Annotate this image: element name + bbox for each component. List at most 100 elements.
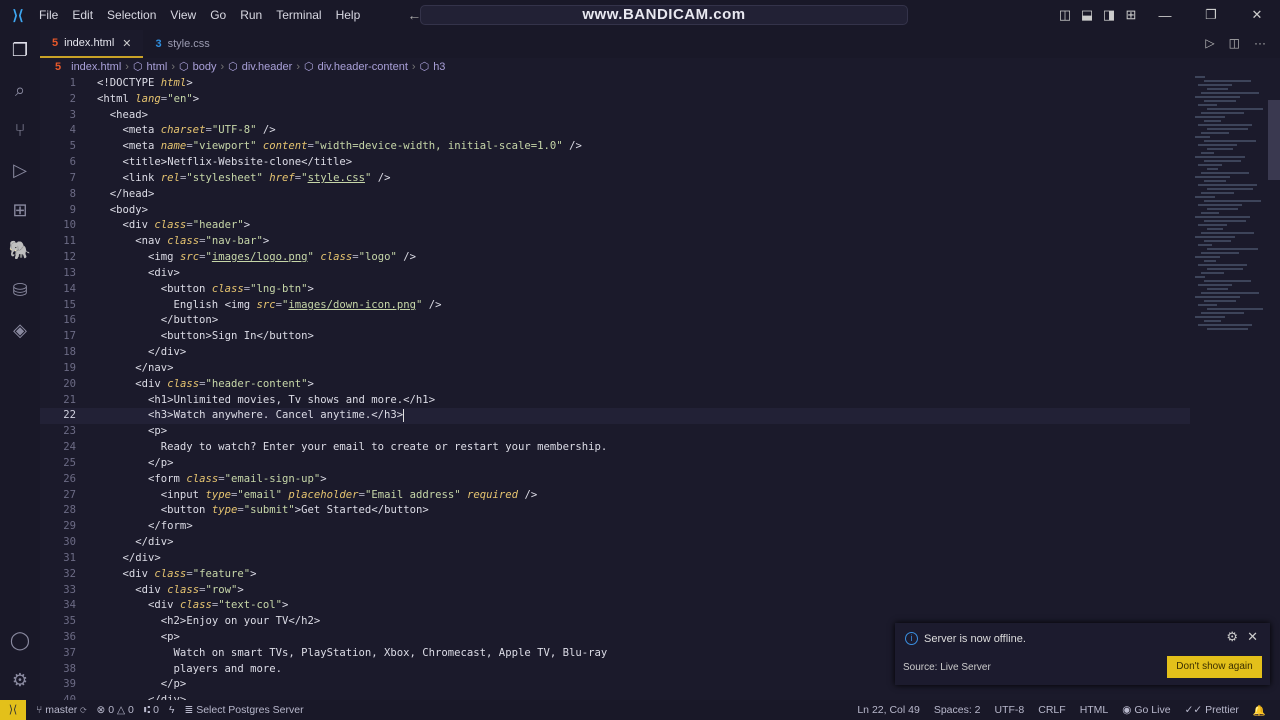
code-line[interactable]: 14 <button class="lng-btn"> (40, 282, 1190, 298)
menu-terminal[interactable]: Terminal (276, 8, 321, 22)
toggle-primary-sidebar-icon[interactable]: ◫ (1054, 7, 1076, 23)
code-line[interactable]: 22 <h3>Watch anywhere. Cancel anytime.</… (40, 408, 1190, 425)
code-line[interactable]: 19 </nav> (40, 361, 1190, 377)
layers-icon[interactable]: ◈ (0, 310, 40, 350)
explorer-icon[interactable]: ❐ (0, 30, 40, 70)
indentation[interactable]: Spaces: 2 (934, 704, 981, 717)
code-line[interactable]: 40 </div> (40, 693, 1190, 700)
breadcrumb-item[interactable]: div.header-content (318, 61, 408, 73)
breadcrumb-item[interactable]: body (193, 61, 217, 73)
menu-selection[interactable]: Selection (107, 8, 156, 22)
database-icon[interactable]: ⛁ (0, 270, 40, 310)
code-line[interactable]: 32 <div class="feature"> (40, 567, 1190, 583)
minimap-line (1198, 204, 1242, 206)
notification-settings-icon[interactable]: ⚙ (1226, 629, 1238, 645)
code-line[interactable]: 17 <button>Sign In</button> (40, 329, 1190, 345)
code-line[interactable]: 1 <!DOCTYPE html> (40, 76, 1190, 92)
code-line[interactable]: 21 <h1>Unlimited movies, Tv shows and mo… (40, 393, 1190, 409)
code-line[interactable]: 5 <meta name="viewport" content="width=d… (40, 139, 1190, 155)
account-icon[interactable]: ◯ (0, 620, 40, 660)
code-line[interactable]: 27 <input type="email" placeholder="Emai… (40, 488, 1190, 504)
go-live-button[interactable]: ◉ Go Live (1122, 704, 1170, 717)
code-line[interactable]: 3 <head> (40, 108, 1190, 124)
more-actions-icon[interactable]: ··· (1254, 36, 1266, 50)
branch-item[interactable]: ⑂ master ⟳ (36, 704, 87, 716)
code-line[interactable]: 31 </div> (40, 551, 1190, 567)
menu-view[interactable]: View (170, 8, 196, 22)
prettier-button[interactable]: ✓✓ Prettier (1185, 704, 1239, 717)
code-line[interactable]: 10 <div class="header"> (40, 218, 1190, 234)
code-line[interactable]: 12 <img src="images/logo.png" class="log… (40, 250, 1190, 266)
breadcrumb-item[interactable]: div.header (242, 61, 293, 73)
breadcrumb-item[interactable]: html (147, 61, 168, 73)
menu-run[interactable]: Run (240, 8, 262, 22)
command-center-search[interactable]: www.BANDICAM.com (420, 5, 908, 25)
menu-edit[interactable]: Edit (72, 8, 93, 22)
encoding[interactable]: UTF-8 (995, 704, 1025, 717)
tab-style-css[interactable]: 3 style.css (143, 30, 221, 58)
close-tab-icon[interactable]: ✕ (122, 37, 131, 50)
code-editor[interactable]: 1 <!DOCTYPE html> 2 <html lang="en"> 3 <head… (40, 76, 1190, 700)
close-notification-icon[interactable]: ✕ (1247, 629, 1258, 645)
code-line[interactable]: 28 <button type="submit">Get Started</bu… (40, 503, 1190, 519)
minimize-button[interactable]: — (1142, 8, 1188, 23)
code-line[interactable]: 20 <div class="header-content"> (40, 377, 1190, 393)
language-mode[interactable]: HTML (1080, 704, 1109, 717)
code-line[interactable]: 11 <nav class="nav-bar"> (40, 234, 1190, 250)
code-line[interactable]: 7 <link rel="stylesheet" href="style.css… (40, 171, 1190, 187)
code-line[interactable]: 4 <meta charset="UTF-8" /> (40, 123, 1190, 139)
menu-go[interactable]: Go (210, 8, 226, 22)
code-line[interactable]: 13 <div> (40, 266, 1190, 282)
customize-layout-icon[interactable]: ⊞ (1120, 7, 1142, 23)
code-line[interactable]: 18 </div> (40, 345, 1190, 361)
code-line[interactable]: 26 <form class="email-sign-up"> (40, 472, 1190, 488)
code-line[interactable]: 25 </p> (40, 456, 1190, 472)
menu-file[interactable]: File (39, 8, 58, 22)
postgres-icon[interactable]: 🐘 (0, 230, 40, 270)
editor-scrollbar[interactable] (1268, 100, 1280, 180)
minimap-line (1201, 152, 1214, 154)
code-line[interactable]: 16 </button> (40, 313, 1190, 329)
run-debug-icon[interactable]: ▷ (0, 150, 40, 190)
code-line[interactable]: 2 <html lang="en"> (40, 92, 1190, 108)
remote-icon[interactable]: ⟩⟨ (0, 700, 26, 720)
source-control-icon[interactable]: ⑂ (0, 110, 40, 150)
lightning-icon[interactable]: ϟ (169, 704, 175, 716)
code-line[interactable]: 33 <div class="row"> (40, 583, 1190, 599)
code-line[interactable]: 34 <div class="text-col"> (40, 598, 1190, 614)
breadcrumb-item[interactable]: h3 (433, 61, 445, 73)
menu-help[interactable]: Help (336, 8, 361, 22)
split-editor-icon[interactable]: ◫ (1229, 36, 1240, 50)
close-window-button[interactable]: ✕ (1234, 7, 1280, 23)
settings-gear-icon[interactable]: ⚙ (0, 660, 40, 700)
code-text: <p> (148, 425, 168, 438)
line-endings[interactable]: CRLF (1038, 704, 1065, 717)
run-icon[interactable]: ▷ (1205, 36, 1214, 50)
cursor-position[interactable]: Ln 22, Col 49 (857, 704, 919, 717)
extensions-icon[interactable]: ⊞ (0, 190, 40, 230)
search-icon[interactable]: ⌕ (0, 70, 40, 110)
code-line[interactable]: 9 <body> (40, 203, 1190, 219)
tab-index-html[interactable]: 5 index.html ✕ (40, 30, 144, 58)
code-line[interactable]: 23 <p> (40, 424, 1190, 440)
element-icon: ⬡ (228, 61, 238, 73)
breadcrumb-item[interactable]: index.html (71, 61, 121, 73)
code-line[interactable]: 8 </head> (40, 187, 1190, 203)
problems-item[interactable]: ⊗ 0 △ 0 (97, 704, 134, 716)
code-line[interactable]: 6 <title>Netflix-Website-clone</title> (40, 155, 1190, 171)
toggle-secondary-sidebar-icon[interactable]: ◨ (1098, 7, 1120, 23)
restore-button[interactable]: ❐ (1188, 7, 1234, 23)
code-line[interactable]: 30 </div> (40, 535, 1190, 551)
code-line[interactable]: 29 </form> (40, 519, 1190, 535)
toggle-panel-icon[interactable]: ⬓ (1076, 7, 1098, 23)
minimap-line (1198, 84, 1232, 86)
notifications-bell-icon[interactable]: 🔔 (1253, 704, 1266, 717)
code-line[interactable]: 24 Ready to watch? Enter your email to c… (40, 440, 1190, 456)
dont-show-again-button[interactable]: Don't show again (1167, 656, 1262, 678)
ports-item[interactable]: ⑆ 0 (144, 704, 159, 716)
line-number: 27 (63, 488, 76, 501)
code-line[interactable]: 15 English <img src="images/down-icon.pn… (40, 298, 1190, 314)
minimap[interactable] (1195, 76, 1265, 336)
code-text: </div> (122, 551, 161, 564)
postgres-server-item[interactable]: ≣ Select Postgres Server (184, 704, 303, 716)
